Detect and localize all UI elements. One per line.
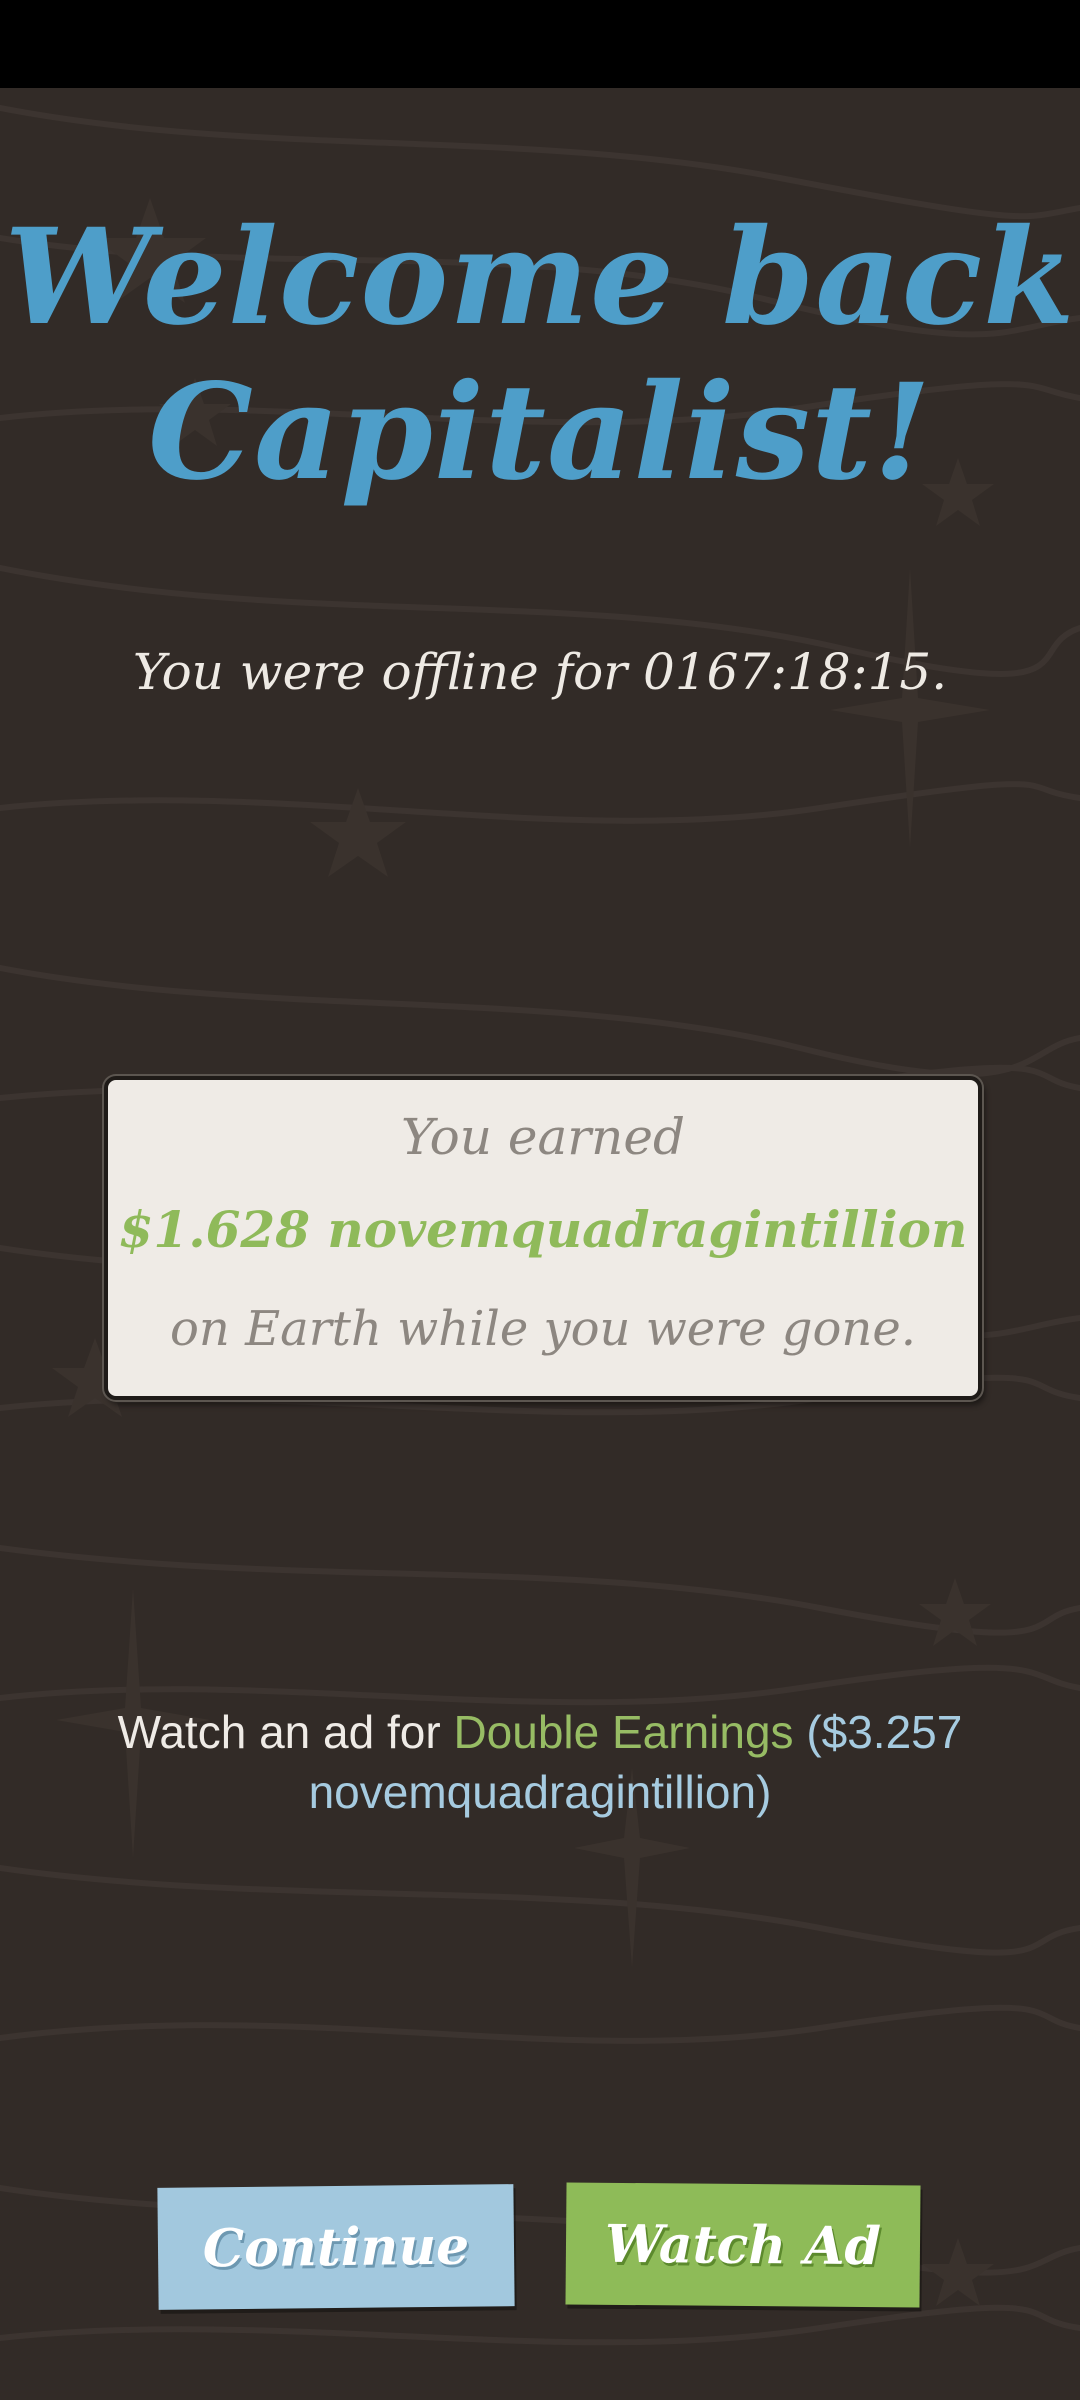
watch-ad-button-label: Watch Ad xyxy=(604,2213,882,2277)
ad-offer-prefix: Watch an ad for xyxy=(117,1706,454,1758)
earnings-card: You earned $1.628 novemquadragintillion … xyxy=(104,1076,982,1400)
earnings-amount: $1.628 novemquadragintillion xyxy=(118,1200,968,1259)
earnings-card-footer: on Earth while you were gone. xyxy=(170,1301,916,1357)
welcome-line-1: Welcome back xyxy=(4,200,1076,355)
star-icon xyxy=(310,788,406,877)
continue-button-label: Continue xyxy=(202,2215,470,2279)
earnings-card-heading: You earned xyxy=(401,1108,685,1166)
offline-duration-text: You were offline for 0167:18:15. xyxy=(132,643,948,701)
welcome-title: Welcome back Capitalist! xyxy=(0,200,1080,510)
status-bar xyxy=(0,0,1080,88)
ad-offer-text: Watch an ad for Double Earnings ($3.257 … xyxy=(100,1702,980,1822)
continue-button[interactable]: Continue xyxy=(157,2184,515,2310)
star-icon xyxy=(919,1578,991,1646)
welcome-line-2: Capitalist! xyxy=(147,355,933,510)
ad-offer-highlight: Double Earnings xyxy=(453,1706,794,1758)
watch-ad-button[interactable]: Watch Ad xyxy=(565,2182,921,2308)
